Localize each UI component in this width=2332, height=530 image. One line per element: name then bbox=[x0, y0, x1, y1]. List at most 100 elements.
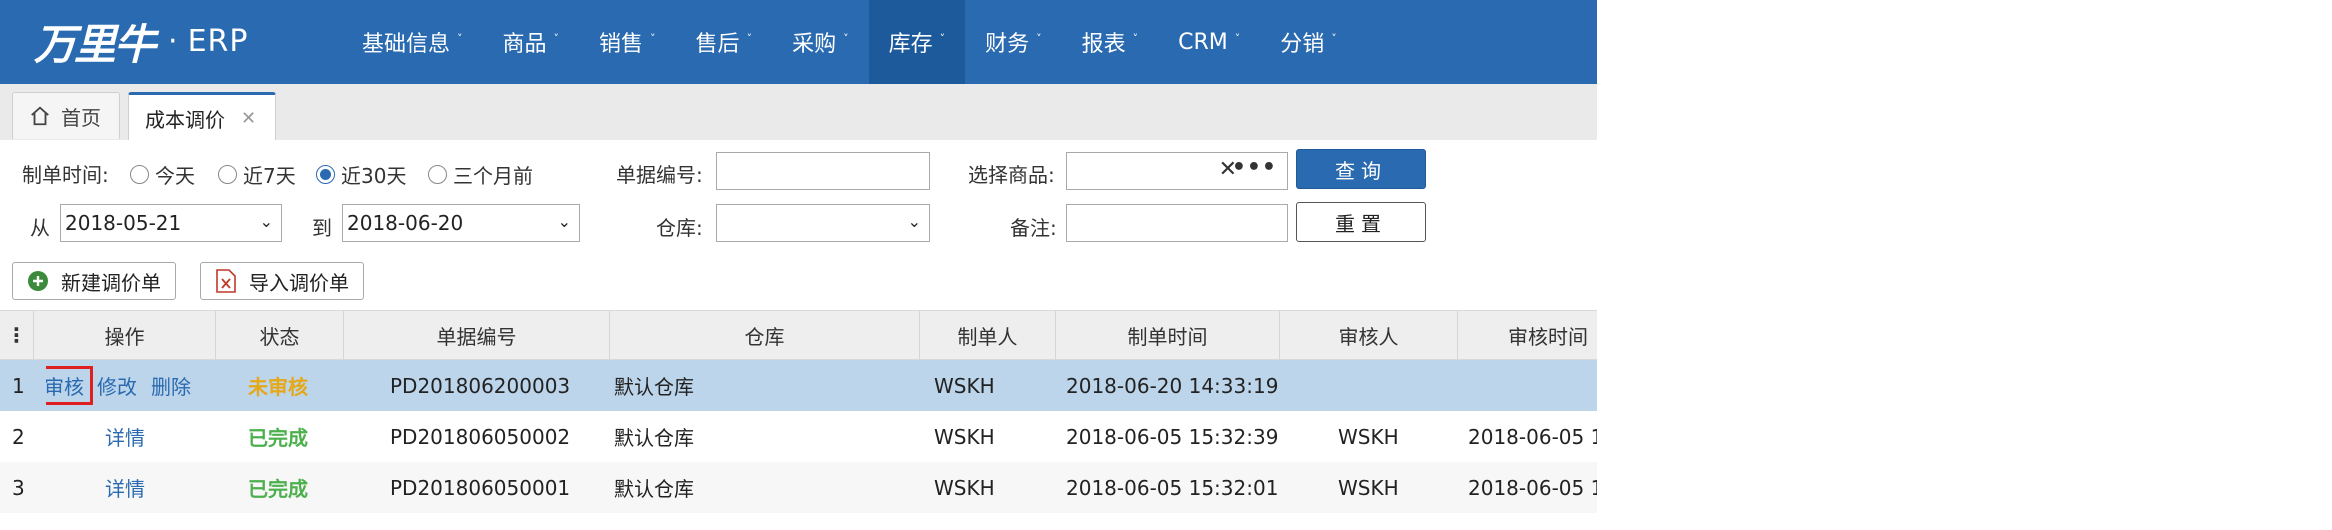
table-row[interactable]: 1 审核 修改 删除 未审核 PD201806200003 默认仓库 WSKH … bbox=[0, 360, 1597, 411]
doc-no-label: 单据编号: bbox=[616, 163, 703, 187]
logo[interactable]: 万里牛 · ERP bbox=[34, 10, 248, 72]
row-number: 2 bbox=[12, 424, 25, 449]
chevron-down-icon: ⌄ bbox=[907, 212, 921, 231]
doc-no-input[interactable] bbox=[716, 152, 930, 190]
radio-circle bbox=[428, 165, 447, 184]
doc-no-cell: PD201806050002 bbox=[390, 424, 571, 449]
nav-item-goods[interactable]: 商品 ˅ bbox=[483, 0, 580, 84]
row-actions: 详情 bbox=[105, 462, 216, 513]
edit-link[interactable]: 修改 bbox=[97, 371, 137, 400]
warehouse-select[interactable]: ⌄ bbox=[716, 204, 930, 242]
warehouse-cell: 默认仓库 bbox=[614, 477, 694, 501]
nav-label: 商品 bbox=[502, 32, 547, 57]
import-adjustment-button[interactable]: 导入调价单 bbox=[200, 262, 364, 300]
row-number: 1 bbox=[12, 373, 25, 398]
column-menu-icon[interactable]: ⋮ bbox=[0, 311, 34, 359]
created-time-cell: 2018-06-20 14:33:19 bbox=[1066, 373, 1279, 398]
delete-link[interactable]: 删除 bbox=[151, 371, 191, 400]
table-row[interactable]: 2 详情 已完成 PD201806050002 默认仓库 WSKH 2018-0… bbox=[0, 411, 1597, 462]
status-text: 已完成 bbox=[248, 477, 308, 501]
chevron-down-icon: ˅ bbox=[1132, 31, 1139, 45]
chevron-down-icon: ˅ bbox=[746, 31, 753, 45]
nav-item-reports[interactable]: 报表 ˅ bbox=[1062, 0, 1159, 84]
nav-item-finance[interactable]: 财务 ˅ bbox=[965, 0, 1062, 84]
nav-label: 报表 bbox=[1081, 32, 1126, 57]
radio-label: 近30天 bbox=[341, 164, 407, 188]
nav-label: 分销 bbox=[1280, 32, 1325, 57]
status-badge: 已完成 bbox=[248, 462, 344, 513]
created-time-cell: 2018-06-05 15:32:39 bbox=[1066, 424, 1279, 449]
auditor-cell: WSKH bbox=[1338, 424, 1399, 449]
tab-home[interactable]: 首页 bbox=[12, 92, 120, 139]
chevron-down-icon: ⌄ bbox=[557, 212, 571, 231]
chevron-down-icon: ˅ bbox=[457, 31, 463, 45]
time-label: 制单时间: bbox=[22, 163, 109, 187]
page-tab-bar: 首页 成本调价 ✕ bbox=[0, 84, 1597, 141]
product-input[interactable]: ✕ ••• bbox=[1066, 152, 1288, 190]
to-date-select[interactable]: 2018-06-20 ⌄ bbox=[342, 204, 580, 242]
table-row[interactable]: 3 详情 已完成 PD201806050001 默认仓库 WSKH 2018-0… bbox=[0, 462, 1597, 513]
nav-item-purchase[interactable]: 采购 ˅ bbox=[772, 0, 869, 84]
warehouse-label: 仓库: bbox=[656, 216, 703, 240]
to-label: 到 bbox=[312, 216, 332, 240]
new-adjustment-button[interactable]: 新建调价单 bbox=[12, 262, 176, 300]
to-date-value: 2018-06-20 bbox=[347, 211, 464, 235]
radio-circle bbox=[130, 165, 149, 184]
column-header-creator: 制单人 bbox=[920, 311, 1056, 359]
radio-today[interactable]: 今天 bbox=[130, 160, 195, 189]
status-badge: 未审核 bbox=[248, 360, 344, 411]
created-time-cell: 2018-06-05 15:32:01 bbox=[1066, 475, 1279, 500]
chevron-down-icon: ⌄ bbox=[259, 212, 273, 231]
detail-link[interactable]: 详情 bbox=[105, 422, 145, 451]
radio-3months-ago[interactable]: 三个月前 bbox=[428, 160, 533, 189]
more-icon[interactable]: ••• bbox=[1232, 155, 1277, 180]
nav-label: 采购 bbox=[792, 32, 837, 57]
creator-cell: WSKH bbox=[934, 475, 995, 500]
nav-item-after-sales[interactable]: 售后 ˅ bbox=[676, 0, 773, 84]
excel-file-icon bbox=[215, 269, 237, 293]
nav-item-sales[interactable]: 销售 ˅ bbox=[579, 0, 676, 84]
status-text: 未审核 bbox=[248, 375, 308, 399]
audit-time-cell: 2018-06-05 1 bbox=[1468, 475, 1597, 500]
nav-item-crm[interactable]: CRM ˅ bbox=[1158, 0, 1260, 84]
nav-item-basic-info[interactable]: 基础信息 ˅ bbox=[342, 0, 483, 84]
table-header: ⋮ 操作 状态 单据编号 仓库 制单人 制单时间 审核人 审核时间 bbox=[0, 310, 1597, 360]
status-text: 已完成 bbox=[248, 426, 308, 450]
product-label: 选择商品: bbox=[968, 163, 1055, 187]
close-icon[interactable]: ✕ bbox=[241, 108, 256, 129]
radio-label: 近7天 bbox=[243, 164, 296, 188]
radio-label: 三个月前 bbox=[453, 164, 533, 188]
tab-cost-adjustment[interactable]: 成本调价 ✕ bbox=[128, 92, 276, 141]
filter-panel: 制单时间: 今天 近7天 近30天 三个月前 单据编号: 选择商品: ✕ •••… bbox=[0, 140, 1597, 310]
radio-7days[interactable]: 近7天 bbox=[218, 160, 296, 189]
nav-label: 售后 bbox=[695, 32, 740, 57]
row-actions: 审核 修改 删除 bbox=[46, 360, 216, 411]
logo-mark: 万里牛 bbox=[34, 19, 156, 69]
column-header-doc-no: 单据编号 bbox=[344, 311, 610, 359]
logo-dot: · bbox=[168, 23, 178, 59]
creator-cell: WSKH bbox=[934, 373, 995, 398]
nav-item-distribution[interactable]: 分销 ˅ bbox=[1260, 0, 1357, 84]
audit-link[interactable]: 审核 bbox=[46, 366, 93, 405]
reset-button[interactable]: 重置 bbox=[1296, 202, 1426, 242]
home-icon bbox=[31, 106, 49, 126]
remark-input[interactable] bbox=[1066, 204, 1288, 242]
remark-label: 备注: bbox=[1010, 216, 1057, 240]
nav-item-inventory[interactable]: 库存 ˅ bbox=[868, 0, 966, 84]
radio-30days[interactable]: 近30天 bbox=[316, 160, 406, 189]
nav-label: CRM bbox=[1178, 29, 1228, 55]
doc-no-cell: PD201806200003 bbox=[390, 373, 571, 398]
status-badge: 已完成 bbox=[248, 411, 344, 462]
chevron-down-icon: ˅ bbox=[650, 31, 656, 45]
detail-link[interactable]: 详情 bbox=[105, 473, 145, 502]
query-button[interactable]: 查询 bbox=[1296, 149, 1426, 189]
button-label: 新建调价单 bbox=[61, 270, 161, 295]
radio-circle bbox=[218, 165, 237, 184]
nav-label: 基础信息 bbox=[362, 32, 451, 57]
nav-label: 销售 bbox=[599, 32, 644, 57]
auditor-cell bbox=[1338, 360, 1458, 411]
chevron-down-icon: ˅ bbox=[553, 31, 560, 45]
from-date-select[interactable]: 2018-05-21 ⌄ bbox=[60, 204, 282, 242]
auditor-cell: WSKH bbox=[1338, 475, 1399, 500]
radio-circle-selected bbox=[316, 165, 335, 184]
